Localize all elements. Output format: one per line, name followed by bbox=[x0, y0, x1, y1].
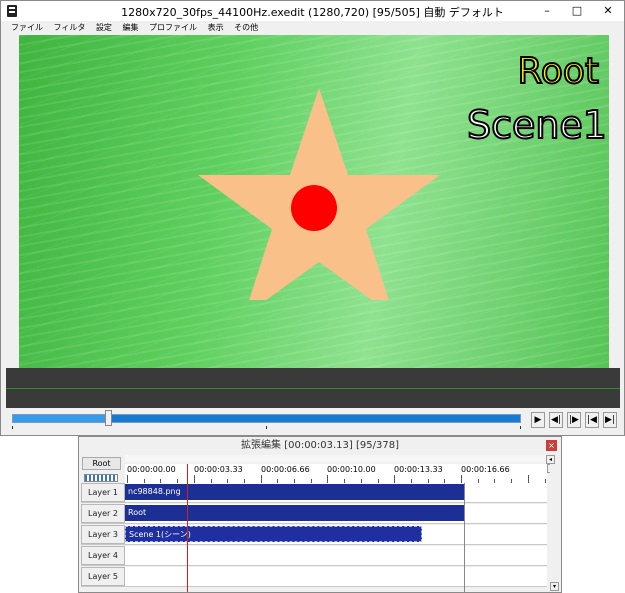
skip-start-icon: |◀ bbox=[587, 415, 597, 425]
star-shape bbox=[198, 88, 440, 300]
scene-end-marker bbox=[464, 483, 465, 592]
layer-4-label[interactable]: Layer 4 bbox=[81, 546, 125, 565]
menu-settings[interactable]: 設定 bbox=[96, 21, 112, 34]
step-forward-button[interactable]: |▶ bbox=[567, 412, 581, 428]
ruler-tick bbox=[194, 475, 195, 483]
layer-row-1: Layer 1 nc98848.png bbox=[81, 483, 547, 503]
ruler-tick bbox=[261, 475, 262, 483]
ruler-tick bbox=[394, 475, 395, 483]
layer-2-label[interactable]: Layer 2 bbox=[81, 504, 125, 523]
minimize-button[interactable]: – bbox=[533, 1, 561, 20]
timeline-close-button[interactable]: × bbox=[546, 440, 557, 451]
time-ruler[interactable]: 00:00:00.00 00:00:03.33 00:00:06.66 00:0… bbox=[125, 464, 547, 483]
root-text-object: Root bbox=[516, 50, 600, 93]
window-title: 1280x720_30fps_44100Hz.exedit (1280,720)… bbox=[121, 6, 504, 19]
clip-image[interactable]: nc98848.png bbox=[125, 484, 464, 500]
playhead-cursor[interactable] bbox=[187, 464, 188, 592]
layer-5-track[interactable] bbox=[125, 567, 547, 586]
menu-other[interactable]: その他 bbox=[234, 21, 258, 34]
ruler-label: 00:00:00.00 bbox=[127, 465, 176, 474]
layer-3-label[interactable]: Layer 3 bbox=[81, 525, 125, 544]
seek-bar-progress bbox=[13, 415, 108, 422]
layer-5-label[interactable]: Layer 5 bbox=[81, 567, 125, 586]
ruler-label: 00:00:03.33 bbox=[194, 465, 243, 474]
layer-1-label[interactable]: Layer 1 bbox=[81, 483, 125, 502]
layer-4-track[interactable] bbox=[125, 546, 547, 565]
seek-tick bbox=[520, 426, 521, 429]
seek-handle[interactable] bbox=[105, 410, 112, 426]
skip-start-button[interactable]: |◀ bbox=[585, 412, 599, 428]
maximize-button[interactable]: □ bbox=[563, 1, 591, 20]
layer-2-track[interactable]: Root bbox=[125, 504, 547, 523]
timeline-title: 拡張編集 [00:00:03.13] [95/378] bbox=[241, 440, 399, 451]
clip-scene[interactable]: Scene 1(シーン) bbox=[125, 526, 422, 542]
root-scene-tab[interactable]: Root bbox=[82, 457, 121, 470]
layer-row-3: Layer 3 Scene 1(シーン) bbox=[81, 525, 547, 545]
video-preview[interactable]: Root Scene1 bbox=[19, 35, 609, 368]
ruler-tick bbox=[327, 475, 328, 483]
scroll-down-icon[interactable]: ▾ bbox=[550, 582, 559, 591]
layer-1-track[interactable]: nc98848.png bbox=[125, 483, 547, 502]
timeline-window: 拡張編集 [00:00:03.13] [95/378] × Root ◂ ▴ 0… bbox=[78, 436, 562, 593]
layer-row-4: Layer 4 bbox=[81, 546, 547, 566]
scroll-left-icon[interactable]: ◂ bbox=[546, 455, 555, 464]
step-forward-icon: |▶ bbox=[569, 415, 579, 425]
ruler-tick bbox=[127, 475, 128, 483]
play-button[interactable]: ▶ bbox=[531, 412, 545, 428]
layer-row-2: Layer 2 Root bbox=[81, 504, 547, 524]
horizontal-scrollbar[interactable] bbox=[125, 455, 547, 462]
ruler-label: 00:00:10.00 bbox=[327, 465, 376, 474]
title-bar[interactable]: 1280x720_30fps_44100Hz.exedit (1280,720)… bbox=[1, 1, 624, 21]
ruler-label: 00:00:06.66 bbox=[261, 465, 310, 474]
seek-tick bbox=[266, 426, 267, 429]
clip-root-text[interactable]: Root bbox=[125, 505, 464, 521]
seek-tick bbox=[12, 426, 13, 429]
ruler-label: 00:00:13.33 bbox=[394, 465, 443, 474]
menu-filter[interactable]: フィルタ bbox=[54, 21, 86, 34]
menu-edit[interactable]: 編集 bbox=[122, 21, 138, 34]
layer-row-5: Layer 5 bbox=[81, 567, 547, 587]
menu-view[interactable]: 表示 bbox=[208, 21, 224, 34]
skip-end-button[interactable]: ▶| bbox=[603, 412, 617, 428]
vertical-scrollbar[interactable] bbox=[550, 464, 559, 592]
seek-ticks bbox=[12, 426, 521, 430]
step-back-icon: ◀| bbox=[551, 415, 561, 425]
play-icon: ▶ bbox=[534, 415, 542, 425]
ruler-tick bbox=[461, 475, 462, 483]
ruler-tick bbox=[528, 475, 529, 483]
menu-profile[interactable]: プロファイル bbox=[149, 21, 197, 34]
ruler-label: 00:00:16.66 bbox=[461, 465, 510, 474]
menu-bar: ファイル フィルタ 設定 編集 プロファイル 表示 その他 bbox=[1, 21, 624, 34]
menu-file[interactable]: ファイル bbox=[11, 21, 43, 34]
skip-end-icon: ▶| bbox=[605, 415, 615, 425]
zoom-slider[interactable] bbox=[84, 474, 118, 482]
preview-bottom-strip bbox=[6, 368, 620, 408]
main-window: 1280x720_30fps_44100Hz.exedit (1280,720)… bbox=[0, 0, 625, 436]
layer-3-track[interactable]: Scene 1(シーン) bbox=[125, 525, 547, 544]
close-button[interactable]: ✕ bbox=[594, 1, 622, 20]
step-back-button[interactable]: ◀| bbox=[549, 412, 563, 428]
scene-text-object: Scene1 bbox=[466, 102, 608, 148]
